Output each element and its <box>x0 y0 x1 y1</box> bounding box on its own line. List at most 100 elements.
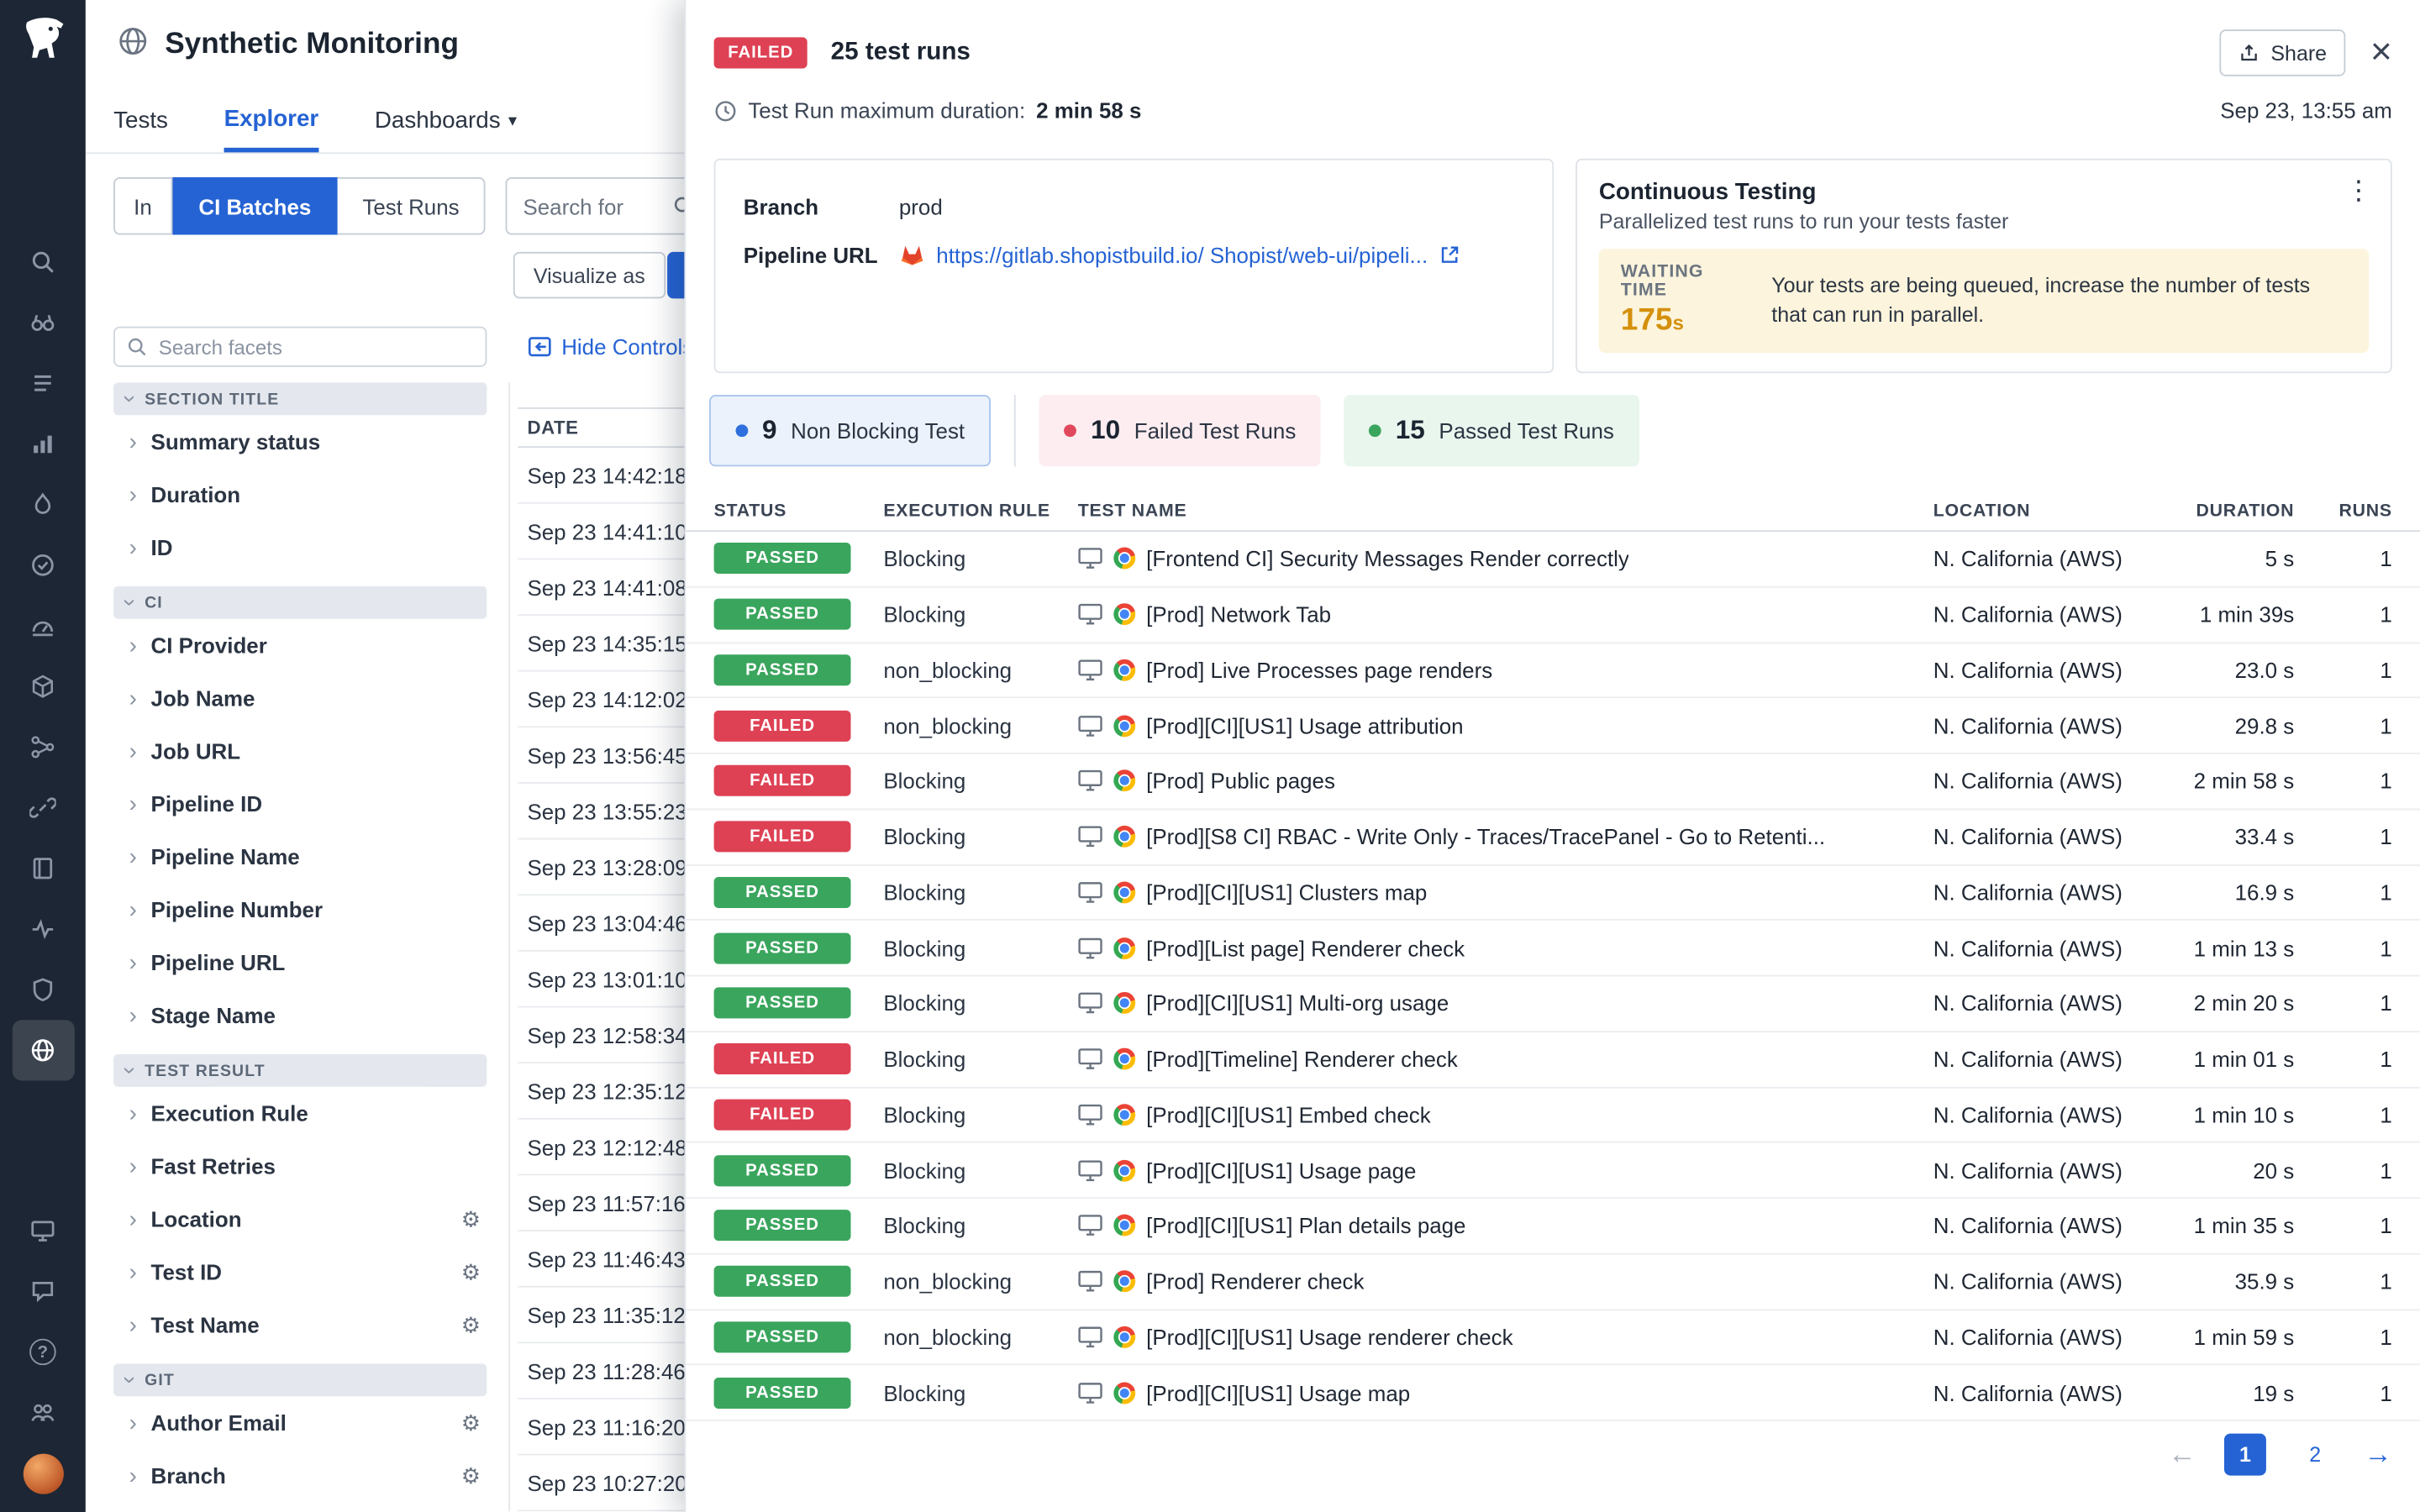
failed-runs-pill[interactable]: 10 Failed Test Runs <box>1039 395 1321 466</box>
facet-section-header[interactable]: › GIT <box>113 1363 487 1396</box>
watchdog-icon[interactable] <box>12 292 74 353</box>
kebab-menu-icon[interactable]: ⋮ <box>2345 176 2371 207</box>
test-run-row[interactable]: FAILED Blocking [Prod] Public pages N. C… <box>686 754 2420 810</box>
facet-item[interactable]: › ID ⚙ <box>113 521 487 574</box>
test-run-row[interactable]: PASSED non_blocking [Prod][CI][US1] Usag… <box>686 1310 2420 1365</box>
test-run-row[interactable]: PASSED non_blocking [Prod] Live Processe… <box>686 643 2420 698</box>
facet-item[interactable]: › Job URL ⚙ <box>113 725 487 778</box>
test-run-row[interactable]: PASSED Blocking [Prod][CI][US1] Usage ma… <box>686 1366 2420 1421</box>
gear-icon[interactable]: ⚙ <box>461 1258 481 1284</box>
next-page-arrow-icon[interactable]: → <box>2365 1438 2392 1471</box>
facet-section-header[interactable]: › CI <box>113 586 487 619</box>
facet-item[interactable]: › Branch ⚙ <box>113 1449 487 1502</box>
test-run-row[interactable]: FAILED non_blocking [Prod][CI][US1] Usag… <box>686 699 2420 754</box>
in-selector[interactable]: In <box>113 177 172 234</box>
monitors-icon[interactable] <box>12 899 74 959</box>
support-chat-icon[interactable] <box>12 1261 74 1321</box>
test-run-row[interactable]: PASSED Blocking [Prod] Network Tab N. Ca… <box>686 587 2420 643</box>
chevron-right-icon: › <box>129 686 137 710</box>
test-name: [Prod] Renderer check <box>1146 1269 1364 1294</box>
gear-icon[interactable]: ⚙ <box>461 1462 481 1488</box>
facet-item[interactable]: › Fast Retries ⚙ <box>113 1140 487 1193</box>
facet-item[interactable]: › Job Name ⚙ <box>113 672 487 725</box>
metrics-icon[interactable] <box>12 413 74 474</box>
ci-batches-toggle[interactable]: CI Batches <box>172 177 338 234</box>
tab-explorer[interactable]: Explorer <box>224 89 319 153</box>
facet-item[interactable]: › Summary status ⚙ <box>113 415 487 468</box>
test-runs-count: 1 <box>2294 1325 2392 1350</box>
facet-item[interactable]: › Location ⚙ <box>113 1193 487 1246</box>
test-run-row[interactable]: PASSED Blocking [Prod][List page] Render… <box>686 921 2420 976</box>
test-name: [Prod][S8 CI] RBAC - Write Only - Traces… <box>1146 824 1825 849</box>
displays-icon[interactable] <box>12 1200 74 1261</box>
facet-item[interactable]: › Duration ⚙ <box>113 468 487 521</box>
chevron-right-icon: › <box>129 1154 137 1178</box>
infrastructure-icon[interactable] <box>12 656 74 717</box>
tab-tests[interactable]: Tests <box>113 89 168 153</box>
hide-controls-link[interactable]: Hide Controls <box>527 334 693 360</box>
test-run-row[interactable]: PASSED Blocking [Prod][CI][US1] Multi-or… <box>686 976 2420 1032</box>
facet-item[interactable]: › Test Name ⚙ <box>113 1299 487 1352</box>
synthetic-monitoring-icon[interactable] <box>12 1020 74 1080</box>
dashboards-icon[interactable] <box>12 596 74 656</box>
facet-item[interactable]: › Pipeline Name ⚙ <box>113 830 487 883</box>
execution-rule: non_blocking <box>883 713 1077 738</box>
user-avatar[interactable] <box>12 1443 74 1504</box>
share-button[interactable]: Share <box>2219 29 2345 76</box>
status-badge: FAILED <box>714 765 851 796</box>
test-run-row[interactable]: FAILED Blocking [Prod][S8 CI] RBAC - Wri… <box>686 810 2420 865</box>
notebooks-icon[interactable] <box>12 838 74 899</box>
prev-page-arrow-icon[interactable]: ← <box>2168 1438 2196 1471</box>
test-runs-count: 1 <box>2294 713 2392 738</box>
test-run-row[interactable]: PASSED Blocking [Prod][CI][US1] Clusters… <box>686 865 2420 921</box>
apm-icon[interactable] <box>12 475 74 535</box>
test-location: N. California (AWS) <box>1933 1047 2167 1072</box>
facet-search <box>113 327 487 367</box>
status-badge: FAILED <box>714 710 851 741</box>
facet-item[interactable]: › Author Email ⚙ <box>113 1396 487 1449</box>
tab-dashboards[interactable]: Dashboards ▾ <box>375 89 517 153</box>
search-icon[interactable] <box>12 232 74 292</box>
facet-section-header[interactable]: › SECTION TITLE <box>113 382 487 415</box>
facet-search-input[interactable] <box>113 327 487 367</box>
gear-icon[interactable]: ⚙ <box>461 1410 481 1436</box>
security-icon[interactable] <box>12 959 74 1020</box>
facet-item[interactable]: › Pipeline ID ⚙ <box>113 778 487 831</box>
facet-item[interactable]: › Test ID ⚙ <box>113 1246 487 1299</box>
non-blocking-pill[interactable]: 9 Non Blocking Test <box>709 395 992 466</box>
test-run-row[interactable]: PASSED Blocking [Frontend CI] Security M… <box>686 532 2420 587</box>
facet-item[interactable]: › Pipeline Number ⚙ <box>113 883 487 936</box>
facet-item[interactable]: › Pipeline URL ⚙ <box>113 936 487 989</box>
execution-rule: Blocking <box>883 602 1077 627</box>
close-icon[interactable]: × <box>2370 34 2392 71</box>
page-1-button[interactable]: 1 <box>2224 1434 2266 1476</box>
passed-runs-pill[interactable]: 15 Passed Test Runs <box>1344 395 1639 466</box>
organization-icon[interactable] <box>12 1383 74 1443</box>
facet-section-header[interactable]: › TEST RESULT <box>113 1054 487 1087</box>
gear-icon[interactable]: ⚙ <box>461 1311 481 1337</box>
pipelines-icon[interactable] <box>12 717 74 777</box>
facet-item[interactable]: › Stage Name ⚙ <box>113 989 487 1042</box>
facet-item[interactable]: › Execution Rule ⚙ <box>113 1087 487 1140</box>
logs-icon[interactable] <box>12 353 74 413</box>
chevron-right-icon: › <box>129 792 137 816</box>
chrome-icon <box>1113 1159 1135 1181</box>
browser-test-icon <box>1078 659 1103 681</box>
browser-test-icon <box>1078 1270 1103 1292</box>
test-runs-toggle[interactable]: Test Runs <box>338 177 486 234</box>
test-run-row[interactable]: PASSED non_blocking [Prod] Renderer chec… <box>686 1254 2420 1310</box>
page-2-button[interactable]: 2 <box>2294 1434 2336 1476</box>
facet-item[interactable]: › CI Provider ⚙ <box>113 619 487 672</box>
ci-visibility-icon[interactable] <box>12 535 74 596</box>
test-run-row[interactable]: PASSED Blocking [Prod][CI][US1] Usage pa… <box>686 1143 2420 1199</box>
help-icon[interactable]: ? <box>12 1321 74 1382</box>
pipeline-url-link[interactable]: https://gitlab.shopistbuild.io/ Shopist/… <box>899 241 1460 267</box>
test-run-row[interactable]: FAILED Blocking [Prod][CI][US1] Embed ch… <box>686 1088 2420 1143</box>
visualize-as-button[interactable]: Visualize as <box>513 252 666 299</box>
gear-icon[interactable]: ⚙ <box>461 1205 481 1231</box>
test-duration: 35.9 s <box>2166 1269 2294 1294</box>
test-run-row[interactable]: PASSED Blocking [Prod][CI][US1] Plan det… <box>686 1199 2420 1254</box>
datadog-logo-icon[interactable] <box>13 11 72 70</box>
integrations-icon[interactable] <box>12 778 74 838</box>
test-run-row[interactable]: FAILED Blocking [Prod][Timeline] Rendere… <box>686 1032 2420 1088</box>
